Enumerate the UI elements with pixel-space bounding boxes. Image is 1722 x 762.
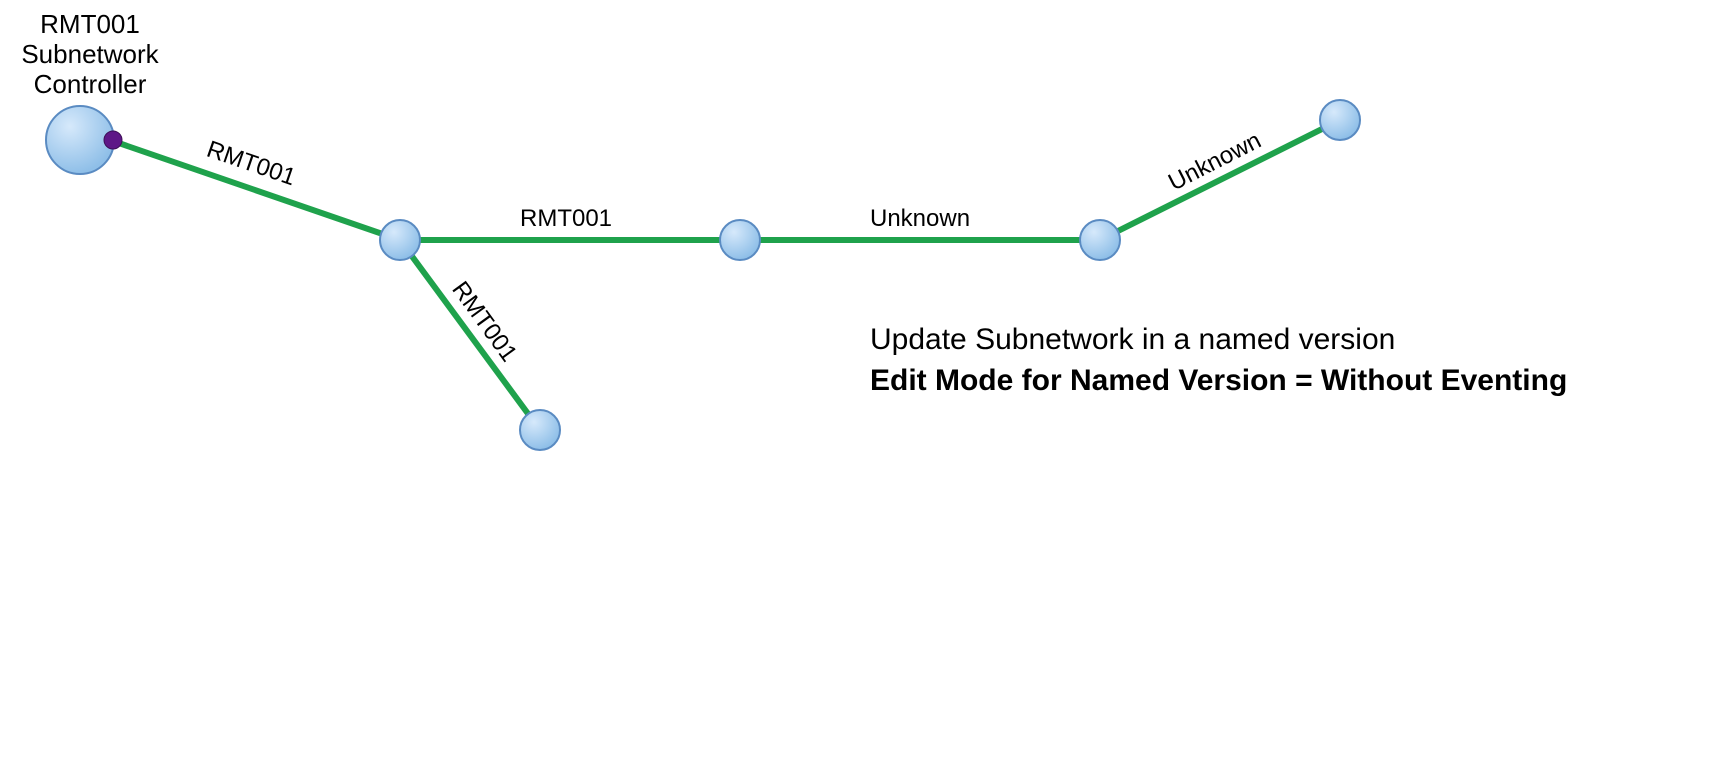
controller-label: RMT001 Subnetwork Controller (10, 10, 170, 100)
node-n6 (1320, 100, 1360, 140)
controller-label-line2: Subnetwork (21, 39, 158, 69)
node-n5 (1080, 220, 1120, 260)
edge-label-e4: Unknown (870, 205, 970, 233)
network-diagram: RMT001 Subnetwork Controller RMT001 RMT0… (0, 0, 1722, 762)
node-n2 (380, 220, 420, 260)
edge-e3 (400, 240, 540, 430)
edge-e5 (1100, 120, 1340, 240)
caption-line2: Edit Mode for Named Version = Without Ev… (870, 361, 1567, 402)
caption-line1: Update Subnetwork in a named version (870, 320, 1567, 361)
controller-label-line1: RMT001 (40, 9, 140, 39)
controller-label-line3: Controller (34, 69, 147, 99)
edge-label-e2: RMT001 (520, 205, 612, 233)
node-n4 (720, 220, 760, 260)
controller-port-icon (104, 131, 122, 149)
node-n3 (520, 410, 560, 450)
diagram-caption: Update Subnetwork in a named version Edi… (870, 320, 1567, 401)
